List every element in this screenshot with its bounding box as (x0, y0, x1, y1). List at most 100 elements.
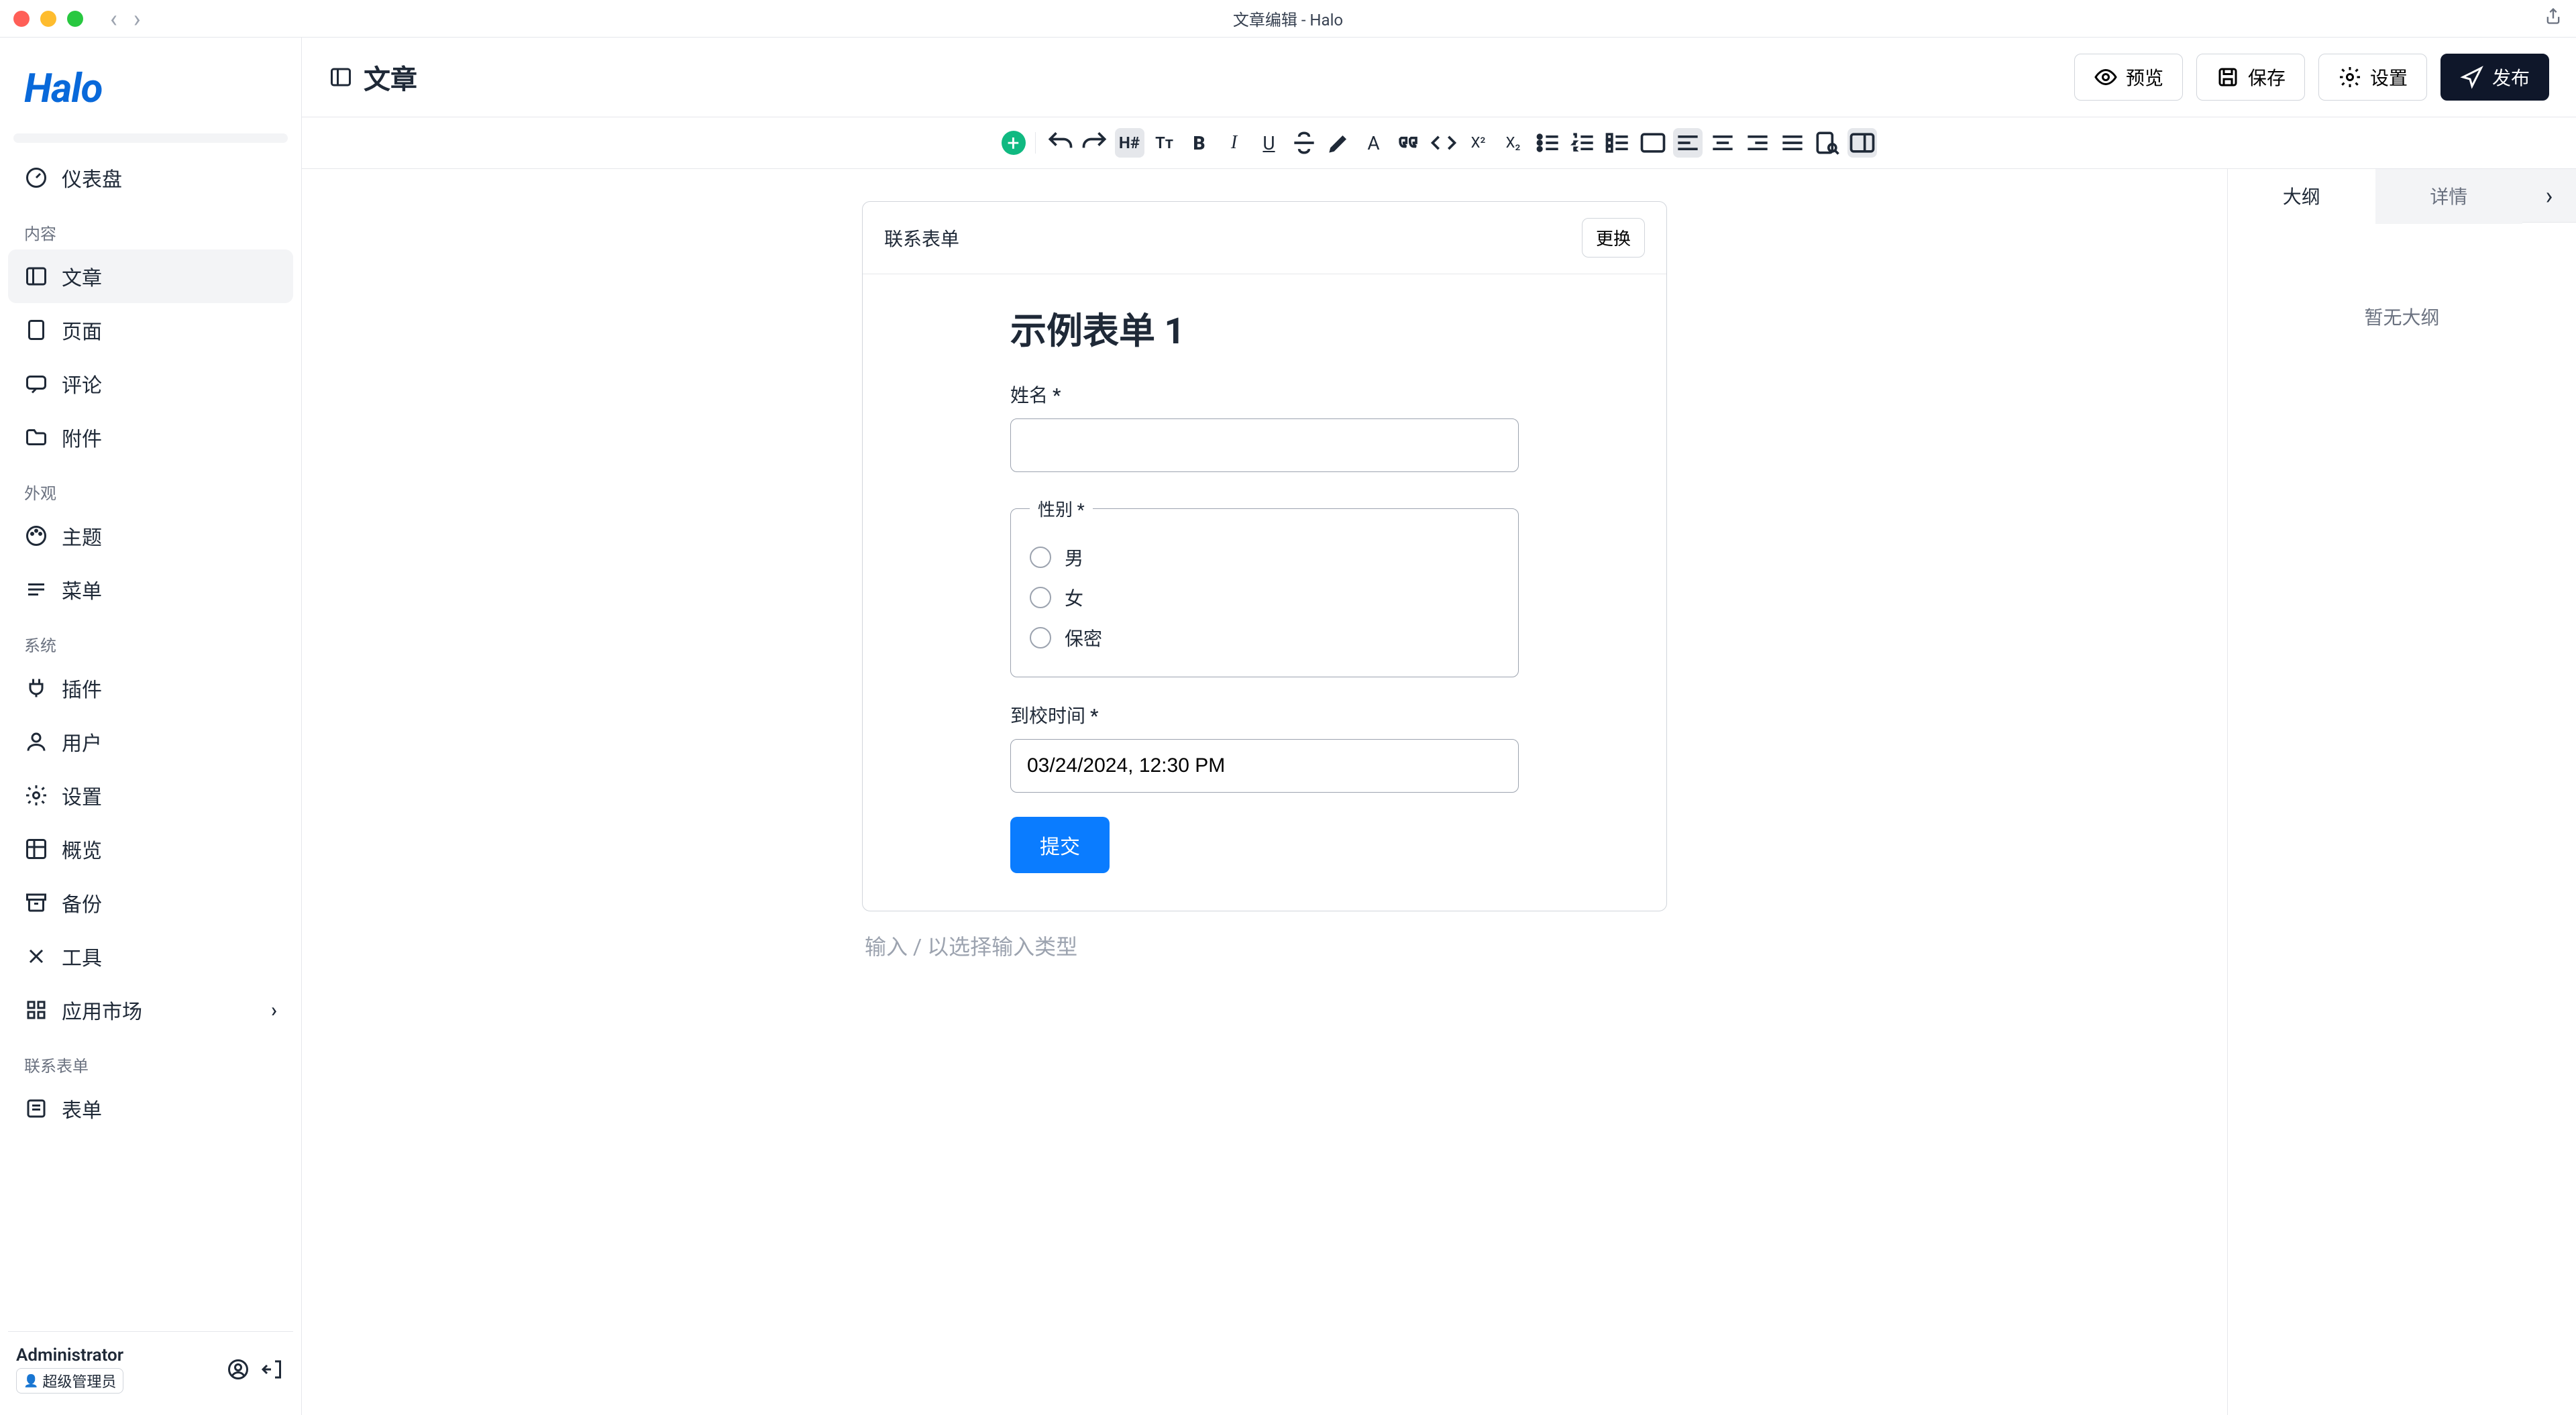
logo[interactable]: Halo (8, 54, 293, 133)
gear-icon (2338, 65, 2362, 89)
right-panel: 大纲 详情 › 暂无大纲 (2227, 169, 2576, 1415)
italic-button[interactable]: I (1220, 128, 1249, 158)
minimize-window-button[interactable] (40, 11, 56, 27)
layout-icon (24, 264, 48, 288)
save-icon (2216, 65, 2240, 89)
submit-button[interactable]: 提交 (1010, 817, 1110, 873)
sidebar-item-backup[interactable]: 备份 (8, 876, 293, 929)
align-left-button[interactable] (1673, 128, 1703, 158)
tab-details[interactable]: 详情 (2375, 169, 2523, 224)
account-icon[interactable] (226, 1357, 250, 1381)
sidebar-item-label: 附件 (62, 422, 102, 452)
arrival-label: 到校时间 * (1010, 701, 1519, 728)
user-icon (24, 730, 48, 754)
ordered-list-button[interactable] (1568, 128, 1598, 158)
publish-button[interactable]: 发布 (2440, 54, 2549, 101)
superscript-button[interactable]: X² (1464, 128, 1493, 158)
nav-forward-button[interactable]: › (133, 5, 141, 33)
sidebar-item-label: 页面 (62, 315, 102, 345)
radio-icon (1030, 547, 1051, 568)
sidebar-item-label: 仪表盘 (62, 163, 122, 192)
redo-button[interactable] (1080, 128, 1110, 158)
sidebar-item-users[interactable]: 用户 (8, 715, 293, 769)
sidebar-item-comments[interactable]: 评论 (8, 357, 293, 410)
eye-icon (2094, 65, 2118, 89)
sidebar-item-label: 用户 (62, 727, 102, 756)
name-input[interactable] (1010, 418, 1519, 472)
name-label: 姓名 * (1010, 381, 1519, 408)
text-case-button[interactable]: Tт (1150, 128, 1179, 158)
sidebar-item-label: 评论 (62, 369, 102, 398)
toggle-panel-button[interactable] (1847, 128, 1877, 158)
font-color-button[interactable]: A (1359, 128, 1389, 158)
gender-option-female[interactable]: 女 (1030, 577, 1499, 618)
sidebar-item-menus[interactable]: 菜单 (8, 563, 293, 616)
code-button[interactable] (1429, 128, 1458, 158)
add-block-button[interactable]: + (1002, 131, 1026, 155)
form-block[interactable]: 联系表单 更换 示例表单 1 姓名 * 性别 * 男 (862, 201, 1667, 911)
close-window-button[interactable] (13, 11, 30, 27)
task-list-button[interactable] (1603, 128, 1633, 158)
settings-button[interactable]: 设置 (2318, 54, 2427, 101)
change-form-button[interactable]: 更换 (1582, 218, 1645, 258)
grid-icon (24, 837, 48, 861)
sidebar-item-label: 文章 (62, 262, 102, 291)
align-justify-button[interactable] (1778, 128, 1807, 158)
sidebar-item-market[interactable]: 应用市场 › (8, 983, 293, 1037)
page-title: 文章 (329, 58, 417, 97)
tab-outline[interactable]: 大纲 (2228, 169, 2375, 224)
gender-option-secret[interactable]: 保密 (1030, 618, 1499, 658)
code-block-button[interactable] (1638, 128, 1668, 158)
radio-icon (1030, 587, 1051, 608)
sidebar-item-forms[interactable]: 表单 (8, 1082, 293, 1135)
send-icon (2460, 65, 2484, 89)
current-user-name: Administrator (16, 1345, 215, 1365)
chevron-right-icon: › (271, 999, 277, 1022)
bold-button[interactable]: B (1185, 128, 1214, 158)
window-title: 文章编辑 - Halo (1233, 7, 1343, 30)
sidebar-section-appearance: 外观 (8, 464, 293, 509)
user-small-icon: 👤 (23, 1374, 38, 1388)
align-center-button[interactable] (1708, 128, 1737, 158)
save-button[interactable]: 保存 (2196, 54, 2305, 101)
form-block-title: 联系表单 (884, 225, 959, 251)
logout-icon[interactable] (261, 1357, 285, 1381)
bullet-list-button[interactable] (1534, 128, 1563, 158)
underline-button[interactable]: U (1254, 128, 1284, 158)
collapse-panel-button[interactable]: › (2522, 169, 2576, 222)
strikethrough-button[interactable] (1289, 128, 1319, 158)
sidebar-item-themes[interactable]: 主题 (8, 509, 293, 563)
highlight-button[interactable] (1324, 128, 1354, 158)
subscript-button[interactable]: X₂ (1499, 128, 1528, 158)
traffic-lights (13, 11, 83, 27)
search-in-doc-button[interactable] (1813, 128, 1842, 158)
sidebar-item-attachments[interactable]: 附件 (8, 410, 293, 464)
sidebar-item-tools[interactable]: 工具 (8, 929, 293, 983)
gender-option-male[interactable]: 男 (1030, 537, 1499, 577)
arrival-input[interactable] (1010, 739, 1519, 793)
gauge-icon (24, 166, 48, 190)
align-right-button[interactable] (1743, 128, 1772, 158)
sidebar-item-settings[interactable]: 设置 (8, 769, 293, 822)
sidebar-item-pages[interactable]: 页面 (8, 303, 293, 357)
sidebar-section-contact-form: 联系表单 (8, 1037, 293, 1082)
editor-toolbar: + H# Tт B I U A X² X₂ (302, 117, 2576, 169)
nav-back-button[interactable]: ‹ (110, 5, 117, 33)
current-user-role: 👤 超级管理员 (16, 1368, 123, 1394)
heading-button[interactable]: H# (1115, 128, 1144, 158)
preview-button[interactable]: 预览 (2074, 54, 2183, 101)
editor-canvas[interactable]: 联系表单 更换 示例表单 1 姓名 * 性别 * 男 (302, 169, 2227, 1415)
undo-button[interactable] (1045, 128, 1075, 158)
sidebar-footer: Administrator 👤 超级管理员 (8, 1331, 293, 1399)
sidebar-item-label: 应用市场 (62, 995, 142, 1025)
sidebar-item-plugins[interactable]: 插件 (8, 661, 293, 715)
editor-placeholder[interactable]: 输入 / 以选择输入类型 (862, 911, 1667, 980)
sidebar-item-posts[interactable]: 文章 (8, 249, 293, 303)
share-icon[interactable] (2544, 7, 2563, 30)
maximize-window-button[interactable] (67, 11, 83, 27)
sidebar-item-label: 插件 (62, 673, 102, 703)
layout-icon (329, 65, 353, 89)
quote-button[interactable] (1394, 128, 1424, 158)
sidebar-item-overview[interactable]: 概览 (8, 822, 293, 876)
sidebar-item-dashboard[interactable]: 仪表盘 (8, 151, 293, 205)
